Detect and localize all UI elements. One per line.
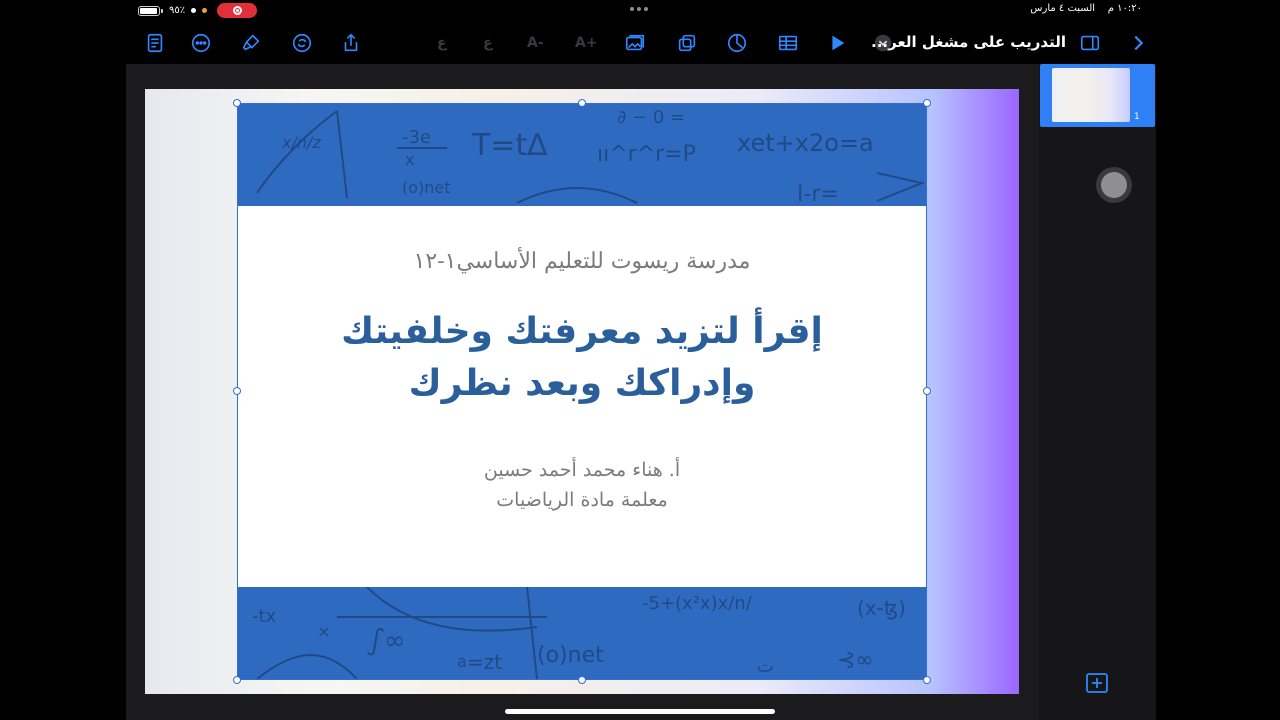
svg-text:⊰∞: ⊰∞ bbox=[837, 648, 874, 673]
share-icon[interactable] bbox=[338, 30, 364, 56]
teacher-name: أ. هناء محمد أحمد حسين bbox=[483, 459, 681, 481]
document-icon[interactable] bbox=[142, 30, 168, 56]
multitasking-dots[interactable] bbox=[630, 7, 648, 11]
slide-navigator bbox=[1038, 64, 1156, 720]
svg-text:-5+(x²x)x/n/: -5+(x²x)x/n/ bbox=[642, 593, 753, 614]
slide-headline: إقرأ لتزيد معرفتك وخلفيتك وإدراكك وبعد ن… bbox=[237, 306, 927, 410]
slide-thumbnail-number: 1 bbox=[1134, 112, 1140, 122]
svg-text:(x-ꜩ): (x-ꜩ) bbox=[857, 596, 906, 620]
paragraph-rtl-button[interactable]: ع bbox=[483, 35, 493, 51]
collaborate-icon[interactable] bbox=[289, 30, 315, 56]
add-slide-icon[interactable] bbox=[1085, 672, 1109, 694]
screen-recording-indicator[interactable] bbox=[217, 3, 258, 18]
shapes-icon[interactable] bbox=[674, 30, 700, 56]
svg-text:-3e: -3e bbox=[402, 127, 431, 148]
play-icon[interactable] bbox=[824, 30, 850, 56]
status-left: ٩٥٪ bbox=[138, 3, 258, 18]
font-decrease-button[interactable]: A- bbox=[527, 35, 544, 51]
slide-thumbnail-selected[interactable]: 1 bbox=[1040, 64, 1155, 127]
media-icon[interactable] bbox=[622, 30, 648, 56]
teacher-role: معلمة مادة الرياضيات bbox=[496, 489, 668, 511]
svg-text:ıı^r^r=P: ıı^r^r=P bbox=[597, 142, 696, 167]
paragraph-ltr-button[interactable]: ع bbox=[437, 35, 447, 51]
resize-handle-top-left[interactable] bbox=[233, 99, 241, 107]
record-icon bbox=[232, 6, 242, 15]
battery-icon bbox=[138, 5, 160, 16]
toolbar: ع ع A- A+ التدريب على مشغل العر... bbox=[0, 24, 1280, 62]
school-name: مدرسة ريسوت للتعليم الأساسي١-١٢ bbox=[413, 249, 751, 274]
mic-indicator-icon bbox=[202, 8, 208, 13]
resize-handle-bottom-right[interactable] bbox=[923, 676, 931, 684]
status-datetime: ١٠:٢٠ م السبت ٤ مارس bbox=[1030, 3, 1142, 14]
svg-text:×: × bbox=[317, 622, 330, 641]
status-time: ١٠:٢٠ م bbox=[1107, 3, 1142, 14]
document-title[interactable]: التدريب على مشغل العر... bbox=[871, 33, 1066, 51]
font-increase-button[interactable]: A+ bbox=[575, 35, 598, 51]
resize-handle-left[interactable] bbox=[233, 387, 241, 395]
svg-text:x: x bbox=[405, 150, 414, 169]
resize-handle-top-right[interactable] bbox=[923, 99, 931, 107]
svg-text:ت: ت bbox=[757, 656, 774, 677]
svg-text:xet+x2o=a: xet+x2o=a bbox=[737, 129, 874, 157]
table-icon[interactable] bbox=[775, 30, 801, 56]
svg-text:T=t∆: T=t∆ bbox=[471, 128, 548, 163]
sidebar-toggle-icon[interactable] bbox=[1077, 30, 1103, 56]
chevron-right-icon[interactable] bbox=[1125, 30, 1151, 56]
math-band-bottom: -tx × ഽ∞ -5+(x²x)x/n/ (x-ꜩ) a =zt (o)net… bbox=[237, 587, 927, 680]
svg-text:(o)net: (o)net bbox=[402, 178, 451, 197]
svg-text:-tx: -tx bbox=[252, 606, 277, 627]
status-date: السبت ٤ مارس bbox=[1030, 3, 1096, 14]
chart-icon[interactable] bbox=[724, 30, 750, 56]
svg-text:I-r=: I-r= bbox=[797, 182, 839, 206]
headline-line-2: وإدراكك وبعد نظرك bbox=[408, 363, 756, 404]
math-band-top: x/n/z -3e x T=t∆ ıı^r^r=P xet+x2o=a (o)n… bbox=[237, 103, 927, 206]
svg-text:=zt: =zt bbox=[467, 650, 502, 674]
battery-fill bbox=[140, 7, 157, 14]
svg-text:a: a bbox=[457, 652, 467, 671]
svg-text:x/n/z: x/n/z bbox=[281, 133, 321, 152]
resize-handle-bottom[interactable] bbox=[578, 676, 586, 684]
status-bar: ٩٥٪ ١٠:٢٠ م السبت ٤ مارس bbox=[0, 0, 1280, 22]
location-dot-icon bbox=[191, 8, 197, 13]
resize-handle-bottom-left[interactable] bbox=[233, 676, 241, 684]
assistive-touch-icon bbox=[1101, 172, 1127, 198]
assistive-touch-button[interactable] bbox=[1096, 167, 1132, 203]
format-brush-icon[interactable] bbox=[238, 30, 264, 56]
resize-handle-top[interactable] bbox=[578, 99, 586, 107]
home-indicator[interactable] bbox=[505, 709, 775, 714]
battery-nub bbox=[161, 8, 163, 13]
svg-text:ഽ∞: ഽ∞ bbox=[367, 626, 406, 656]
svg-text:(o)net: (o)net bbox=[537, 643, 604, 668]
svg-text:∂ − 0 =: ∂ − 0 = bbox=[617, 107, 685, 128]
battery-percentage: ٩٥٪ bbox=[169, 5, 186, 16]
resize-handle-right[interactable] bbox=[923, 387, 931, 395]
slide-image[interactable]: x/n/z -3e x T=t∆ ıı^r^r=P xet+x2o=a (o)n… bbox=[237, 103, 927, 680]
headline-line-1: إقرأ لتزيد معرفتك وخلفيتك bbox=[341, 311, 823, 352]
more-options-icon[interactable] bbox=[188, 30, 214, 56]
slide-thumbnail-preview bbox=[1052, 68, 1130, 122]
teacher-info: أ. هناء محمد أحمد حسين معلمة مادة الرياض… bbox=[237, 455, 927, 515]
